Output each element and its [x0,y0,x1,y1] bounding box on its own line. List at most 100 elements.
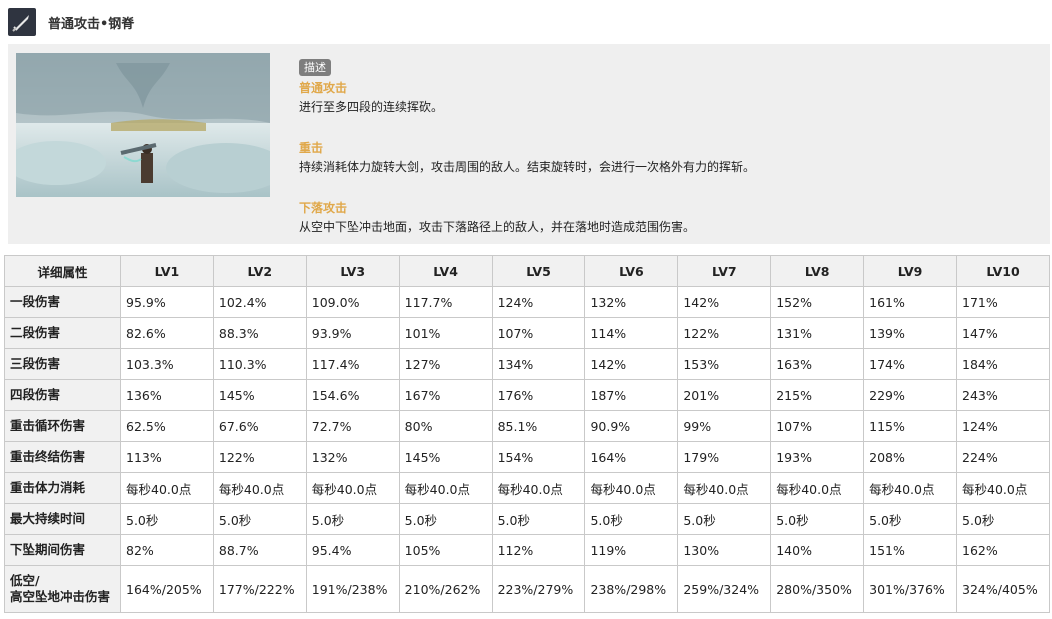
table-row: 最大持续时间 5.0秒 5.0秒 5.0秒 5.0秒 5.0秒 5.0秒 5.0秒 5.0秒 5.… [4,503,1050,535]
table-cell: 101% [398,317,493,349]
table-cell: 210%/262% [398,565,493,613]
table-cell: 109.0% [305,286,400,318]
table-cell: 5.0秒 [120,503,214,535]
table-cell: 90.9% [584,410,679,442]
table-cell: 139% [863,317,958,349]
skill-header: 普通攻击•钢脊 [0,0,1052,44]
table-header-level: LV2 [212,255,307,287]
table-cell: 82.6% [120,317,214,349]
table-row: 一段伤害 95.9% 102.4% 109.0% 117.7% 124% 132% 142% 1… [4,286,1050,318]
table-cell: 163% [770,348,865,380]
table-cell: 152% [770,286,865,318]
table-cell: 117.4% [305,348,400,380]
table-cell: 每秒40.0点 [956,472,1050,504]
section-body-plunge-attack: 从空中下坠冲击地面，攻击下落路径上的敌人，并在落地时造成范围伤害。 [299,220,696,234]
table-cell: 171% [956,286,1050,318]
table-header-level: LV7 [677,255,772,287]
table-cell: 每秒40.0点 [863,472,958,504]
table-cell: 95.4% [305,534,400,566]
row-label: 三段伤害 [4,348,121,380]
table-cell: 122% [212,441,307,473]
table-cell: 167% [398,379,493,411]
table-cell: 187% [584,379,679,411]
table-cell: 105% [398,534,493,566]
table-cell: 132% [584,286,679,318]
table-cell: 215% [770,379,865,411]
table-cell: 5.0秒 [305,503,400,535]
table-cell: 85.1% [491,410,586,442]
table-cell: 259%/324% [677,565,772,613]
table-cell: 324%/405% [956,565,1050,613]
table-cell: 243% [956,379,1050,411]
table-row: 重击循环伤害 62.5% 67.6% 72.7% 80% 85.1% 90.9% 99% 107… [4,410,1050,442]
table-cell: 115% [863,410,958,442]
table-row: 三段伤害 103.3% 110.3% 117.4% 127% 134% 142% 153% 16… [4,348,1050,380]
table-header-level: LV6 [584,255,679,287]
row-label: 一段伤害 [4,286,121,318]
table-cell: 88.3% [212,317,307,349]
table-cell: 72.7% [305,410,400,442]
table-header-level: LV8 [770,255,865,287]
table-cell: 124% [491,286,586,318]
table-cell: 174% [863,348,958,380]
table-cell: 140% [770,534,865,566]
table-cell: 164% [584,441,679,473]
row-label: 重击循环伤害 [4,410,121,442]
row-label: 下坠期间伤害 [4,534,121,566]
table-cell: 82% [120,534,214,566]
table-cell: 224% [956,441,1050,473]
table-cell: 110.3% [212,348,307,380]
table-cell: 142% [584,348,679,380]
table-cell: 151% [863,534,958,566]
table-cell: 238%/298% [584,565,679,613]
table-cell: 301%/376% [863,565,958,613]
table-cell: 280%/350% [770,565,865,613]
table-cell: 136% [120,379,214,411]
table-cell: 161% [863,286,958,318]
table-cell: 223%/279% [491,565,586,613]
table-cell: 5.0秒 [956,503,1050,535]
table-cell: 每秒40.0点 [584,472,679,504]
table-cell: 127% [398,348,493,380]
table-row: 二段伤害 82.6% 88.3% 93.9% 101% 107% 114% 122% 131% 1… [4,317,1050,349]
table-cell: 95.9% [120,286,214,318]
table-cell: 201% [677,379,772,411]
table-cell: 177%/222% [212,565,307,613]
table-body: 一段伤害 95.9% 102.4% 109.0% 117.7% 124% 132% 142% 1… [4,286,1050,613]
table-cell: 每秒40.0点 [677,472,772,504]
section-title-normal-attack: 普通攻击 [299,81,348,95]
table-cell: 88.7% [212,534,307,566]
table-cell: 62.5% [120,410,214,442]
table-header-level: LV4 [398,255,493,287]
table-cell: 191%/238% [305,565,400,613]
table-header-level: LV3 [305,255,400,287]
table-cell: 184% [956,348,1050,380]
table-row: 重击终结伤害 113% 122% 132% 145% 154% 164% 179% 193% 20… [4,441,1050,473]
table-cell: 131% [770,317,865,349]
skill-stats-table: 详细属性 LV1 LV2 LV3 LV4 LV5 LV6 LV7 LV8 LV9 LV10 一段伤害… [4,255,1050,613]
row-label: 二段伤害 [4,317,121,349]
skill-title: 普通攻击•钢脊 [48,17,135,32]
sword-icon [8,8,36,36]
table-cell: 117.7% [398,286,493,318]
table-cell: 124% [956,410,1050,442]
table-cell: 145% [398,441,493,473]
table-cell: 每秒40.0点 [120,472,214,504]
table-header-row: 详细属性 LV1 LV2 LV3 LV4 LV5 LV6 LV7 LV8 LV9 LV10 [4,255,1050,287]
table-cell: 67.6% [212,410,307,442]
table-row: 下坠期间伤害 82% 88.7% 95.4% 105% 112% 119% 130% 140% 1… [4,534,1050,566]
table-cell: 142% [677,286,772,318]
table-cell: 162% [956,534,1050,566]
table-cell: 154.6% [305,379,400,411]
table-row: 重击体力消耗 每秒40.0点 每秒40.0点 每秒40.0点 每秒40.0点 每秒40.0… [4,472,1050,504]
table-cell: 103.3% [120,348,214,380]
table-cell: 229% [863,379,958,411]
section-title-charged-attack: 重击 [299,141,324,155]
table-cell: 112% [491,534,586,566]
table-cell: 每秒40.0点 [212,472,307,504]
table-cell: 5.0秒 [770,503,865,535]
table-cell: 179% [677,441,772,473]
section-title-plunge-attack: 下落攻击 [299,201,348,215]
table-cell: 102.4% [212,286,307,318]
table-cell: 5.0秒 [584,503,679,535]
